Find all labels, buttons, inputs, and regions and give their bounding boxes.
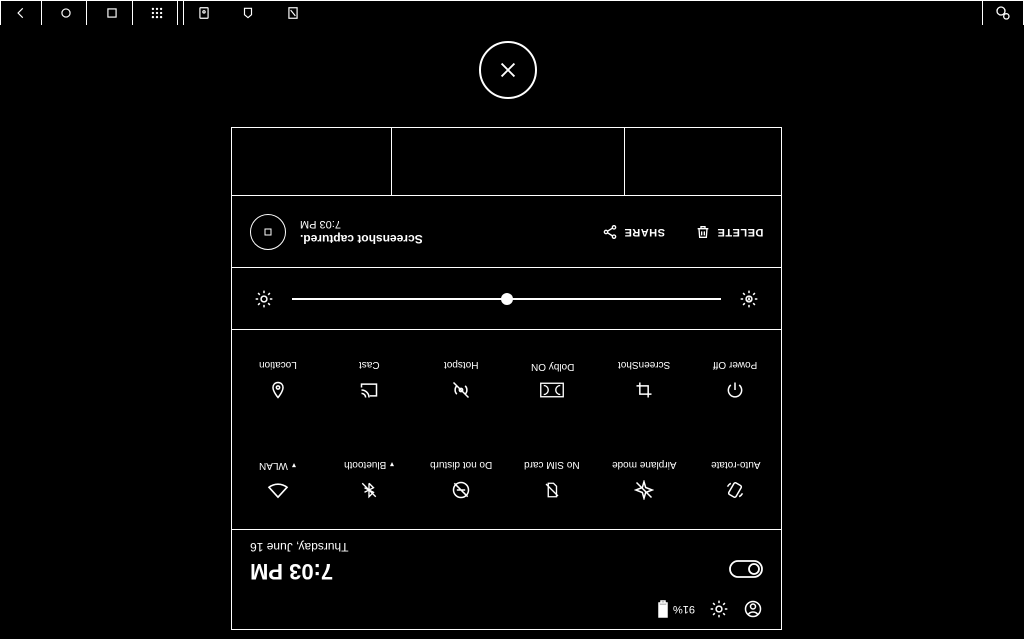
- quick-settings-grid: Location Cast Hotspot Dolby ON ScreenSho…: [232, 330, 781, 530]
- status-icon-3: [273, 1, 313, 25]
- nav-home-button[interactable]: [46, 1, 87, 25]
- tile-dnd[interactable]: Do not disturb: [415, 430, 507, 530]
- hotspot-icon: [451, 380, 471, 400]
- qs-row-2: Location Cast Hotspot Dolby ON ScreenSho…: [232, 330, 781, 430]
- share-label: SHARE: [624, 226, 665, 238]
- tile-sim[interactable]: No SIM card: [507, 430, 599, 530]
- dolby-icon: [540, 382, 564, 398]
- chevron-down-icon: ▾: [390, 460, 394, 469]
- close-icon: [497, 59, 519, 81]
- screenshot-preview-strip: [232, 128, 781, 196]
- trash-icon: [695, 224, 711, 240]
- nav-back-button[interactable]: [1, 1, 42, 25]
- brightness-row: [232, 268, 781, 330]
- chevron-down-icon: ▾: [292, 461, 296, 470]
- footer-iconbar: 91%: [657, 599, 763, 619]
- close-button[interactable]: [479, 41, 537, 99]
- battery-indicator: 91%: [657, 600, 695, 618]
- switch-icon: [729, 560, 763, 578]
- footer-date: Thursday, June 16: [250, 540, 349, 554]
- tile-autorotate[interactable]: Auto-rotate: [690, 430, 782, 530]
- power-icon: [725, 380, 745, 400]
- settings-button[interactable]: [709, 599, 729, 619]
- notification-text: 7:03 PM Screenshot captured.: [300, 218, 588, 246]
- qs-row-1: WLAN▾ Bluetooth▾ Do not disturb No SIM c…: [232, 430, 781, 530]
- tile-poweroff[interactable]: Power Off: [690, 330, 782, 430]
- shade-footer: Thursday, June 16 7:03 PM 91%: [232, 530, 781, 629]
- delete-label: DELETE: [717, 226, 763, 238]
- bluetooth-off-icon: [360, 480, 378, 500]
- tile-airplane[interactable]: Airplane mode: [598, 430, 690, 530]
- screenshot-thumbnail[interactable]: [391, 128, 625, 196]
- dnd-icon: [451, 480, 471, 500]
- status-icon-right: [982, 1, 1023, 25]
- tile-dolby[interactable]: Dolby ON: [507, 330, 599, 430]
- screenshot-icon: [634, 380, 654, 400]
- status-icon-2: [228, 1, 268, 25]
- brightness-knob[interactable]: [501, 293, 513, 305]
- nav-recent-button[interactable]: [92, 1, 133, 25]
- share-icon: [602, 224, 618, 240]
- notification-shade: 7:03 PM Screenshot captured. SHARE DELET…: [231, 127, 782, 630]
- footer-time: 7:03 PM: [250, 558, 333, 584]
- notification-title: Screenshot captured.: [300, 232, 423, 246]
- edit-toggle[interactable]: [729, 560, 763, 578]
- brightness-slider[interactable]: [292, 298, 721, 300]
- tile-hotspot[interactable]: Hotspot: [415, 330, 507, 430]
- settings-gear-icon[interactable]: [254, 289, 274, 309]
- tile-wlan[interactable]: WLAN▾: [232, 430, 324, 530]
- tile-location[interactable]: Location: [232, 330, 324, 430]
- status-icon-1: [183, 1, 224, 25]
- user-button[interactable]: [743, 599, 763, 619]
- wifi-icon: [267, 481, 289, 499]
- cast-icon: [359, 380, 379, 400]
- window-chrome: [0, 0, 1024, 25]
- airplane-icon: [634, 480, 654, 500]
- tile-screenshot[interactable]: ScreenShot: [598, 330, 690, 430]
- delete-button[interactable]: DELETE: [695, 224, 763, 240]
- notification-time: 7:03 PM: [300, 218, 341, 230]
- battery-pct: 91%: [673, 603, 695, 615]
- no-sim-icon: [543, 480, 561, 500]
- location-icon: [268, 380, 288, 400]
- notification-app-icon: [250, 214, 286, 250]
- gear-icon: [709, 599, 729, 619]
- autorotate-icon: [725, 480, 745, 500]
- auto-brightness-icon[interactable]: [739, 289, 759, 309]
- tile-cast[interactable]: Cast: [324, 330, 416, 430]
- notification-row[interactable]: 7:03 PM Screenshot captured. SHARE DELET…: [232, 196, 781, 268]
- share-button[interactable]: SHARE: [602, 224, 665, 240]
- nav-apps-button[interactable]: [137, 1, 178, 25]
- tile-bluetooth[interactable]: Bluetooth▾: [324, 430, 416, 530]
- battery-icon: [657, 600, 669, 618]
- user-icon: [743, 599, 763, 619]
